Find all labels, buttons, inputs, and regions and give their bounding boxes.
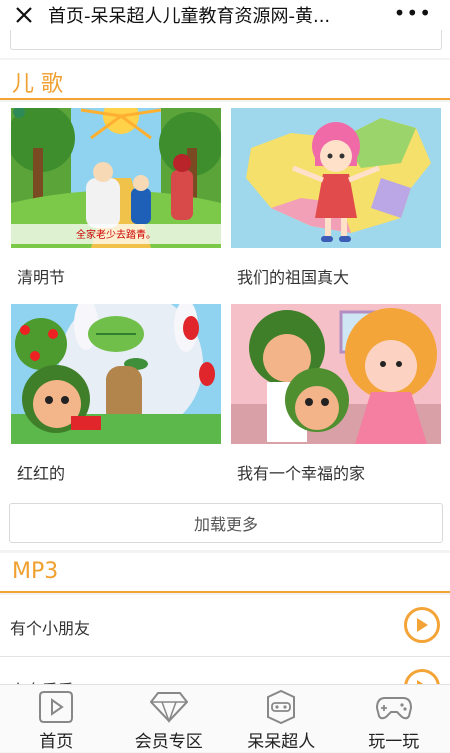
song-card-family[interactable]: 我有一个幸福的家 (231, 304, 441, 444)
song-card-qingming[interactable]: 全家老少去踏青。 清明节 (11, 108, 221, 248)
tab-label: 呆呆超人 (247, 727, 315, 752)
tab-daidai-superman[interactable]: 呆呆超人 (225, 685, 338, 753)
gamepad-icon (374, 689, 414, 725)
tab-play-games[interactable]: 玩一玩 (338, 685, 450, 753)
mp3-item-name: 有个小朋友 (10, 615, 90, 639)
close-icon (14, 5, 34, 25)
play-icon (36, 689, 76, 725)
song-title[interactable]: 清明节 (17, 264, 65, 288)
page-title: 首页-呆呆超人儿童教育资源网-黄... (48, 2, 378, 28)
previous-load-more-remnant (10, 30, 442, 50)
robot-icon (261, 689, 301, 725)
song-card-motherland[interactable]: 我们的祖国真大 (231, 108, 441, 248)
tab-label: 会员专区 (135, 727, 203, 752)
bottom-tab-bar: 首页 会员专区 呆呆超人 玩一玩 (0, 684, 450, 752)
song-card-honghong[interactable]: 红红的 (11, 304, 221, 444)
play-button[interactable] (404, 607, 440, 643)
title-bar: 首页-呆呆超人儿童教育资源网-黄... ••• (0, 0, 450, 30)
tab-member-zone[interactable]: 会员专区 (113, 685, 226, 753)
close-button[interactable] (0, 0, 48, 30)
song-thumbnail[interactable] (11, 304, 221, 444)
song-title[interactable]: 红红的 (17, 460, 65, 484)
songs-section-header: 儿 歌 (0, 60, 450, 100)
previous-section-remnant (0, 30, 450, 58)
mp3-section-header: MP3 (0, 553, 450, 593)
songs-grid: 全家老少去踏青。 清明节 我们的祖国真大 (0, 102, 450, 550)
more-menu-button[interactable]: ••• (394, 6, 432, 20)
mp3-list: 有个小朋友 小鸟乖乖 (0, 595, 450, 685)
song-title[interactable]: 我有一个幸福的家 (237, 460, 365, 484)
song-thumbnail[interactable]: 全家老少去踏青。 (11, 108, 221, 248)
tab-label: 首页 (39, 727, 73, 752)
songs-section-title: 儿 歌 (12, 66, 63, 98)
load-more-button[interactable]: 加载更多 (9, 503, 443, 543)
tab-label: 玩一玩 (368, 727, 419, 752)
song-thumbnail[interactable] (231, 108, 441, 248)
tab-home[interactable]: 首页 (0, 685, 113, 753)
thumbnail-caption: 全家老少去踏青。 (11, 226, 221, 241)
mp3-section-title: MP3 (12, 559, 58, 584)
mp3-item[interactable]: 有个小朋友 (0, 595, 450, 657)
song-title[interactable]: 我们的祖国真大 (237, 264, 349, 288)
diamond-icon (149, 689, 189, 725)
play-icon (415, 617, 429, 633)
song-thumbnail[interactable] (231, 304, 441, 444)
